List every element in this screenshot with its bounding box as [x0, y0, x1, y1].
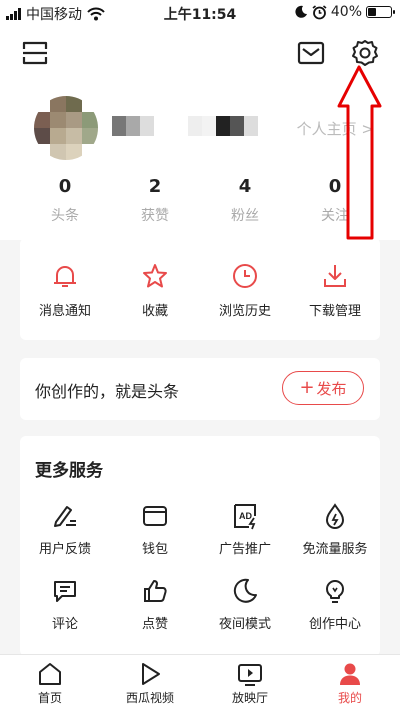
comment-icon [54, 581, 76, 602]
service-wallet[interactable]: 钱包 [110, 502, 200, 557]
service-label: 评论 [51, 617, 78, 632]
service-ads[interactable]: AD 广告推广 [200, 502, 290, 557]
battery-percent: 40% [330, 4, 362, 20]
avatar[interactable] [34, 96, 98, 160]
service-comments[interactable]: 评论 [20, 577, 110, 632]
stat-label: 关注 [321, 208, 349, 224]
service-label: 点赞 [141, 617, 168, 632]
stat-label: 粉丝 [231, 208, 259, 224]
stat-value: 0 [328, 176, 342, 197]
gear-icon [352, 40, 378, 66]
username-pixelated [112, 116, 258, 138]
tab-xigua-video[interactable]: 西瓜视频 [100, 655, 200, 710]
stat-likes[interactable]: 2 获赞 [110, 176, 200, 225]
profile-link[interactable]: 个人主页 > [297, 118, 374, 139]
service-label: 用户反馈 [38, 542, 91, 557]
stat-value: 0 [58, 176, 72, 197]
settings-button[interactable] [349, 37, 381, 69]
tab-label: 首页 [37, 691, 62, 705]
stat-label: 头条 [51, 208, 79, 224]
clock-icon [233, 264, 257, 288]
svg-text:AD: AD [239, 511, 252, 521]
moon-status-icon [295, 5, 307, 18]
services-card: 更多服务 用户反馈 钱包 AD 广告推广 免流量服务 评论 点赞 夜间模式 创作… [20, 436, 380, 656]
services-title: 更多服务 [35, 461, 103, 481]
scan-button[interactable] [20, 38, 50, 68]
play-icon [142, 663, 160, 685]
services-grid: 用户反馈 钱包 AD 广告推广 免流量服务 评论 点赞 夜间模式 创作中心 [20, 502, 380, 632]
moon-icon [233, 578, 257, 603]
download-icon [324, 265, 346, 287]
wallet-icon [143, 506, 167, 526]
star-icon [143, 264, 167, 288]
stat-label: 获赞 [141, 208, 169, 224]
service-free-data[interactable]: 免流量服务 [290, 502, 380, 557]
stat-fans[interactable]: 4 粉丝 [200, 176, 290, 225]
tab-cinema[interactable]: 放映厅 [200, 655, 300, 710]
ad-icon: AD [234, 504, 256, 530]
thumbs-up-icon [144, 580, 167, 602]
service-feedback[interactable]: 用户反馈 [20, 502, 110, 557]
scan-icon [22, 41, 48, 65]
publish-button[interactable]: + 发布 [282, 371, 364, 405]
plus-icon: + [299, 377, 315, 398]
service-label: 钱包 [141, 542, 168, 557]
service-label: 夜间模式 [218, 617, 271, 632]
status-right: 40% [294, 4, 395, 20]
alarm-icon [312, 4, 327, 19]
stat-headlines[interactable]: 0 头条 [20, 176, 110, 225]
tv-icon [238, 664, 262, 686]
publish-label: 发布 [316, 379, 347, 398]
quick-action-label: 消息通知 [38, 304, 91, 319]
home-icon [39, 663, 61, 685]
bulb-icon [326, 580, 344, 603]
create-prompt: 你创作的，就是头条 [35, 382, 180, 401]
bottom-tab-bar: 首页 西瓜视频 放映厅 我的 [0, 654, 400, 710]
service-label: 创作中心 [308, 617, 361, 632]
drop-icon [325, 503, 345, 529]
pen-icon [54, 506, 76, 527]
stat-following[interactable]: 0 关注 [290, 176, 380, 225]
service-night-mode[interactable]: 夜间模式 [200, 577, 290, 632]
quick-action-label: 收藏 [141, 304, 168, 319]
quick-action-label: 下载管理 [308, 304, 361, 319]
tab-label: 我的 [337, 691, 362, 705]
quick-action-favorites[interactable]: 收藏 [110, 238, 200, 340]
tab-label: 西瓜视频 [125, 691, 174, 705]
message-button[interactable] [296, 38, 326, 68]
service-creator-center[interactable]: 创作中心 [290, 577, 380, 632]
bell-icon [54, 266, 76, 287]
tab-label: 放映厅 [231, 691, 268, 705]
user-icon [340, 663, 360, 685]
profile-header: 个人主页 > 0 头条 2 获赞 4 粉丝 0 关注 [0, 26, 400, 240]
create-card: 你创作的，就是头条 + 发布 [20, 358, 380, 420]
quick-actions-card: 消息通知 收藏 浏览历史 下载管理 [20, 238, 380, 340]
tab-mine[interactable]: 我的 [300, 655, 400, 710]
quick-action-label: 浏览历史 [218, 304, 271, 319]
status-bar: 中国移动 上午11:54 40% [0, 0, 400, 26]
stats-row: 0 头条 2 获赞 4 粉丝 0 关注 [0, 176, 400, 225]
quick-action-notifications[interactable]: 消息通知 [20, 238, 110, 340]
stat-value: 4 [238, 176, 252, 197]
tab-home[interactable]: 首页 [0, 655, 100, 710]
quick-action-downloads[interactable]: 下载管理 [290, 238, 380, 340]
mail-icon [297, 41, 325, 65]
battery-icon [366, 6, 395, 18]
quick-action-history[interactable]: 浏览历史 [200, 238, 290, 340]
service-likes[interactable]: 点赞 [110, 577, 200, 632]
service-label: 免流量服务 [302, 542, 368, 557]
stat-value: 2 [148, 176, 162, 197]
service-label: 广告推广 [218, 542, 271, 557]
